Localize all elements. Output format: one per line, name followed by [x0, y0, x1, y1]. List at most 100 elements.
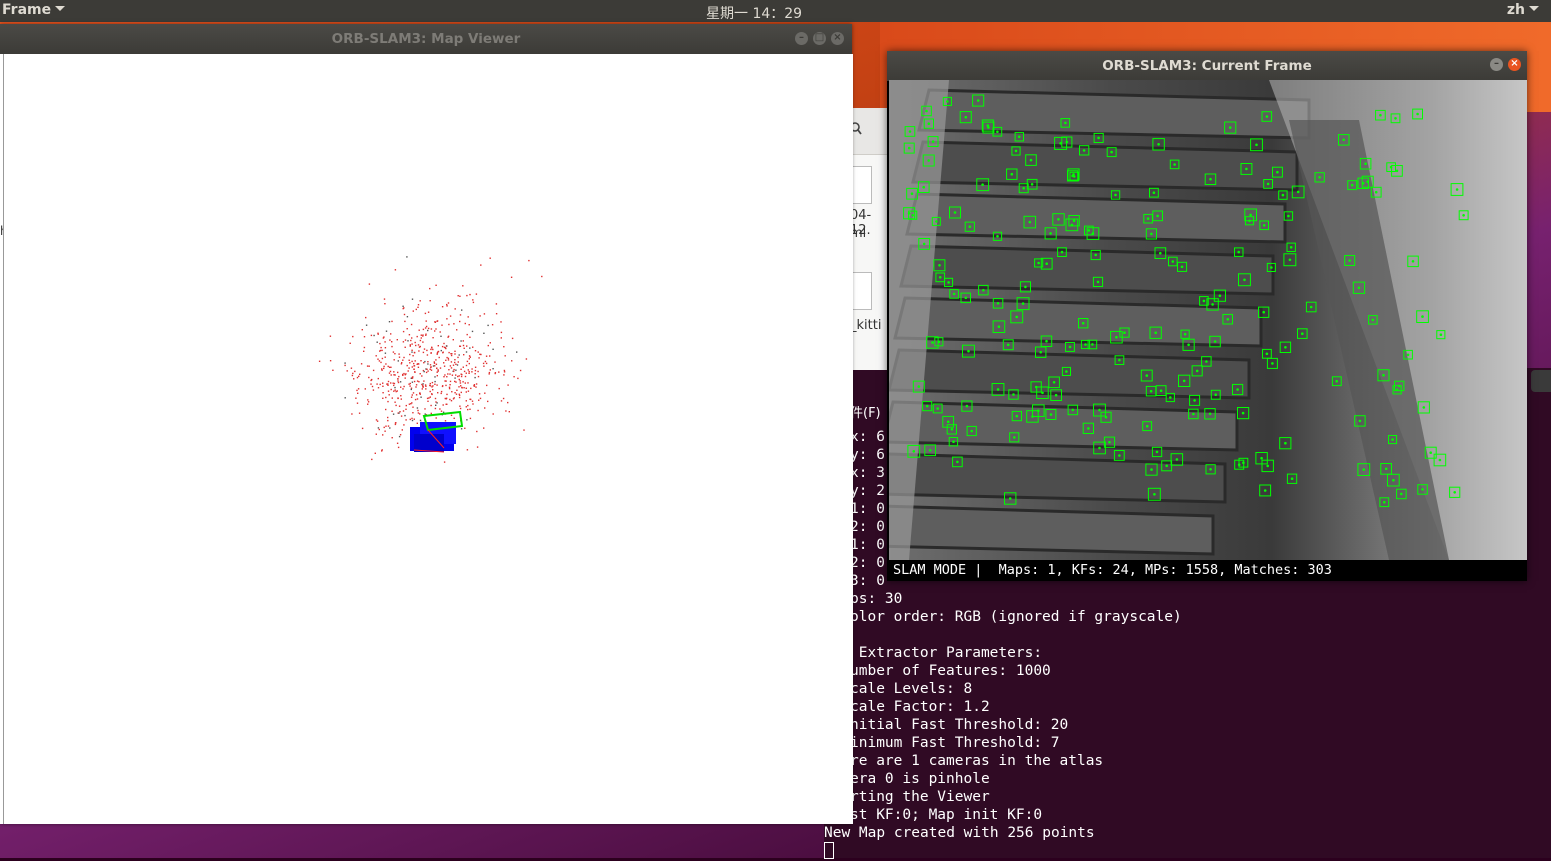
feature-point [1014, 149, 1018, 153]
map-point [318, 360, 321, 362]
map-point [411, 394, 413, 396]
feature-point [1030, 183, 1034, 186]
feature-point [1192, 412, 1195, 416]
map-point [484, 360, 487, 363]
map-point [474, 373, 476, 375]
map-point [451, 391, 453, 393]
minimize-button[interactable]: – [795, 32, 808, 45]
map-point [423, 370, 425, 373]
feature-point [1154, 331, 1157, 335]
map-viewer-window[interactable]: ORB-SLAM3: Map Viewer –□× h [0, 24, 853, 824]
feature-point [1263, 489, 1267, 492]
map-3d-canvas[interactable] [3, 54, 853, 824]
map-point [427, 400, 429, 402]
feature-point [1072, 173, 1075, 176]
feature-point [1049, 413, 1053, 416]
map-point [405, 404, 407, 407]
feature-point [1054, 393, 1058, 397]
maximize-button[interactable]: □ [813, 32, 826, 45]
close-button[interactable]: × [831, 32, 844, 45]
map-point [381, 368, 383, 370]
map-point [470, 387, 472, 390]
map-point [386, 383, 388, 385]
map-point [374, 452, 376, 454]
map-point [400, 395, 402, 397]
map-point [392, 382, 394, 384]
map-point [429, 396, 431, 398]
map-point [411, 298, 414, 300]
map-point [517, 377, 519, 380]
map-point [439, 408, 441, 410]
map-point [419, 373, 421, 375]
feature-point [1065, 370, 1068, 373]
current-frame-titlebar[interactable]: ORB-SLAM3: Current Frame – × [887, 51, 1527, 81]
map-point [448, 369, 450, 371]
map-point [383, 365, 385, 368]
feature-point [1146, 217, 1150, 220]
map-point [471, 330, 474, 333]
feature-point [1006, 343, 1010, 347]
file-item[interactable]: 04-12. ml [850, 166, 888, 241]
feature-point [981, 183, 984, 186]
map-point [430, 412, 432, 415]
file-manager-window[interactable]: 04-12. ml _kitti [850, 108, 888, 370]
map-point [394, 269, 397, 271]
map-point [469, 336, 471, 338]
minimize-button[interactable]: – [1490, 58, 1503, 71]
map-point [420, 337, 422, 339]
map-point [441, 306, 444, 308]
stair-step [905, 192, 1287, 244]
file-item[interactable]: _kitti [850, 272, 888, 333]
map-point [474, 376, 476, 379]
map-point [477, 351, 479, 353]
map-point [442, 404, 444, 406]
map-point [436, 384, 438, 386]
map-point [350, 367, 353, 369]
map-point [385, 408, 387, 411]
map-point [503, 371, 506, 373]
map-point [425, 385, 427, 387]
map-point [397, 446, 400, 449]
map-point [505, 410, 507, 412]
map-point [474, 369, 477, 372]
feature-point [1429, 451, 1432, 455]
map-point [417, 412, 420, 414]
close-button[interactable]: × [1508, 58, 1521, 71]
map-point [424, 408, 426, 410]
feature-point [1159, 389, 1163, 393]
app-menu[interactable]: Frame [2, 2, 66, 18]
feature-point [1052, 381, 1056, 384]
map-point [421, 375, 423, 377]
feature-point [1150, 232, 1153, 236]
map-point [344, 397, 346, 399]
feature-point [1150, 468, 1153, 471]
map-point [446, 393, 448, 396]
clock[interactable]: 星期一 14：29 [706, 3, 802, 23]
map-point [410, 323, 413, 326]
feature-point [1392, 478, 1395, 482]
current-frame-window[interactable]: ORB-SLAM3: Current Frame – × SLAM MODE |… [887, 51, 1527, 581]
map-point [377, 332, 379, 334]
map-point [450, 361, 453, 363]
feature-point [1214, 393, 1217, 397]
feature-point [1208, 412, 1212, 416]
user-menu[interactable]: zh [1507, 2, 1539, 18]
map-point [389, 370, 392, 373]
map-point [450, 367, 453, 369]
map-point [432, 389, 434, 391]
map-point [397, 381, 400, 384]
feature-point [1265, 352, 1269, 356]
terminal-window-button[interactable] [1531, 370, 1551, 392]
map-point [446, 303, 448, 306]
feature-point [947, 281, 950, 284]
map-point [410, 396, 413, 398]
map-point [479, 397, 482, 400]
map-point [428, 397, 430, 399]
map-point [356, 402, 359, 404]
map-point [413, 380, 416, 383]
feature-point [1068, 345, 1072, 349]
map-point [419, 393, 421, 395]
map-point [464, 375, 467, 378]
map-viewer-titlebar[interactable]: ORB-SLAM3: Map Viewer – □ × [0, 24, 852, 54]
feature-point [1183, 332, 1187, 336]
